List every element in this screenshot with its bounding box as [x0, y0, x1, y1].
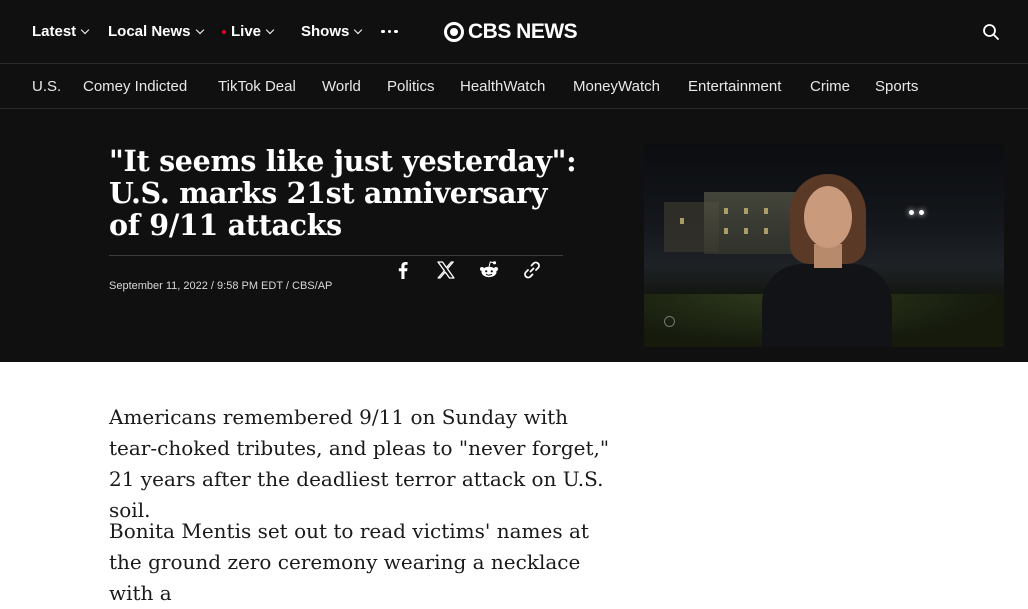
copy-link-icon[interactable] — [521, 259, 543, 281]
anchor-body — [762, 264, 892, 347]
nav-live[interactable]: Live — [222, 0, 275, 63]
topic-nav: U.S. Comey Indicted TikTok Deal World Po… — [0, 64, 1028, 109]
more-menu-button[interactable] — [381, 0, 398, 63]
more-dots-icon — [381, 29, 398, 34]
reddit-icon[interactable] — [478, 259, 500, 281]
nav-local-news[interactable]: Local News — [108, 0, 204, 63]
topic-crime[interactable]: Crime — [810, 64, 850, 108]
logo-text: CBS NEWS — [468, 20, 578, 43]
nav-local-news-label: Local News — [108, 23, 191, 40]
video-player[interactable] — [644, 144, 1004, 347]
cbs-news-logo[interactable]: CBS NEWS — [444, 19, 578, 45]
top-nav: Latest Local News Live Shows CBS NEWS — [0, 0, 1028, 64]
chevron-down-icon — [195, 25, 204, 34]
nav-latest-label: Latest — [32, 23, 77, 40]
chevron-down-icon — [80, 25, 90, 34]
search-icon[interactable] — [983, 24, 999, 40]
nav-live-label: Live — [231, 23, 262, 40]
hero-divider — [109, 255, 563, 256]
chevron-down-icon — [354, 25, 363, 34]
topic-comey-indicted[interactable]: Comey Indicted — [83, 64, 187, 108]
article-headline: "It seems like just yesterday": U.S. mar… — [109, 144, 577, 242]
network-bug-icon — [664, 316, 675, 327]
topic-tiktok-deal[interactable]: TikTok Deal — [218, 64, 296, 108]
facebook-icon[interactable] — [392, 259, 414, 281]
topic-sports[interactable]: Sports — [875, 64, 918, 108]
article-meta: September 11, 2022 / 9:58 PM EDT / CBS/A… — [109, 280, 333, 292]
cbs-eye-icon — [444, 22, 464, 42]
topic-world[interactable]: World — [322, 64, 361, 108]
nav-shows-label: Shows — [301, 23, 350, 40]
topic-healthwatch[interactable]: HealthWatch — [460, 64, 545, 108]
anchor-face — [804, 186, 852, 248]
chevron-down-icon — [265, 25, 275, 34]
topic-us[interactable]: U.S. — [32, 64, 61, 108]
topic-entertainment[interactable]: Entertainment — [688, 64, 781, 108]
topic-moneywatch[interactable]: MoneyWatch — [573, 64, 660, 108]
article-hero: "It seems like just yesterday": U.S. mar… — [0, 109, 1028, 362]
topic-politics[interactable]: Politics — [387, 64, 435, 108]
nav-shows[interactable]: Shows — [301, 0, 363, 63]
article-paragraph: Bonita Mentis set out to read victims' n… — [109, 519, 589, 605]
nav-latest[interactable]: Latest — [32, 0, 90, 63]
article-paragraph: Americans remembered 9/11 on Sunday with… — [109, 405, 610, 522]
live-dot-icon — [222, 29, 226, 34]
x-twitter-icon[interactable] — [435, 259, 457, 281]
